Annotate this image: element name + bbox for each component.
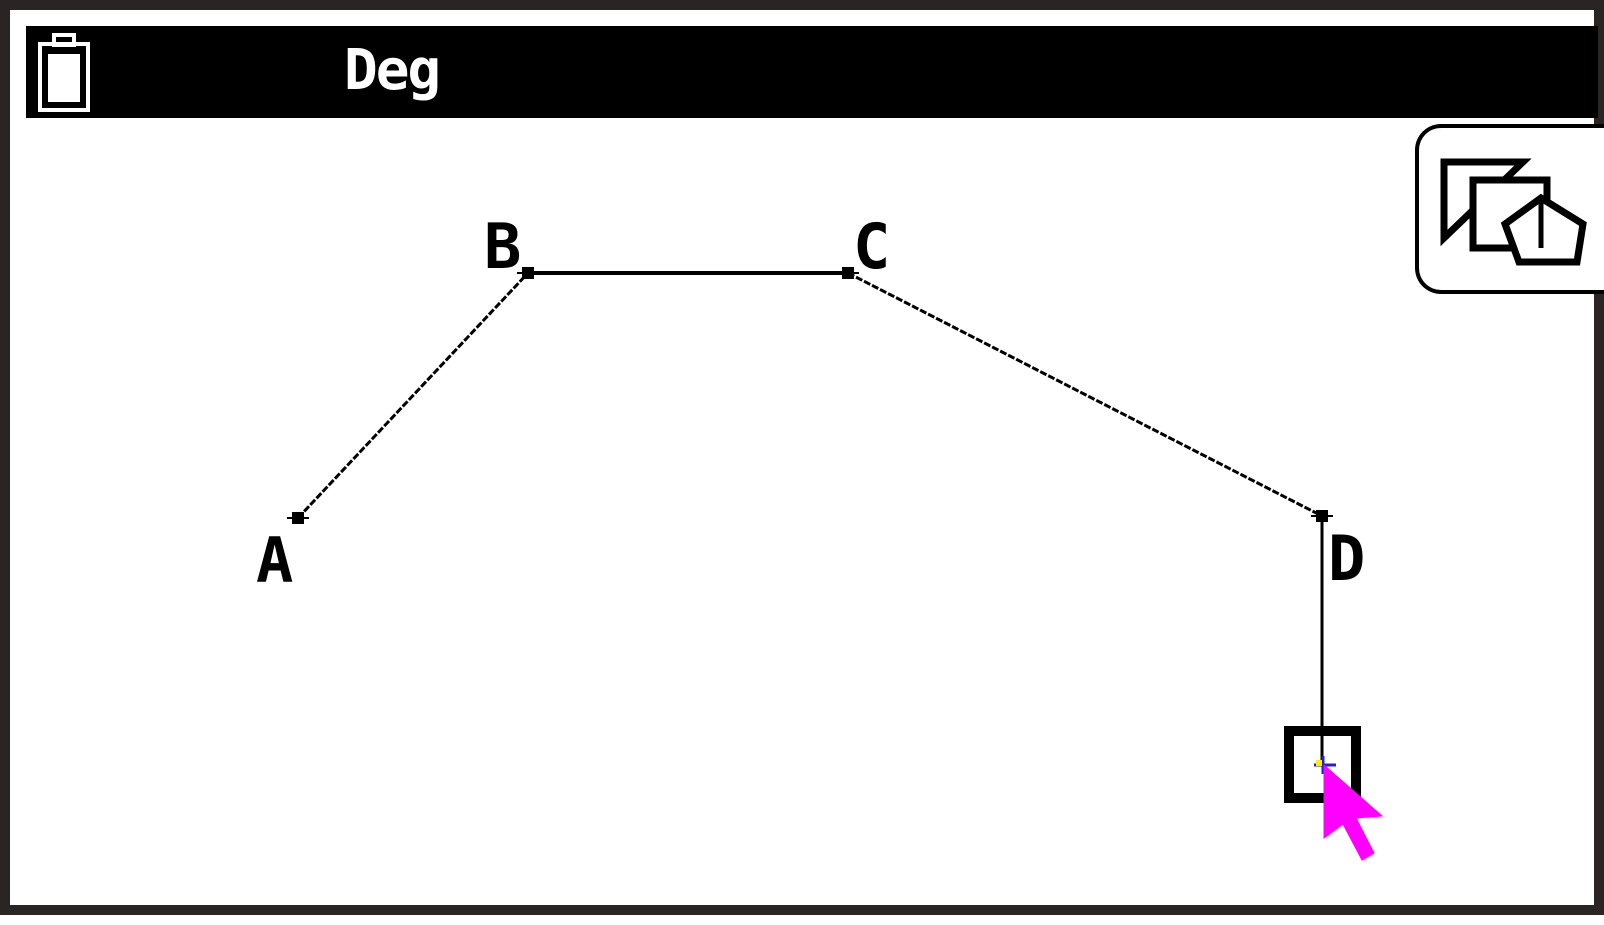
- point-label-c: C: [853, 210, 890, 283]
- calculator-screen: Deg A B C D: [0, 0, 1604, 915]
- geometry-view-toggle-icon: [1440, 158, 1587, 266]
- point-a[interactable]: [287, 512, 309, 524]
- geometry-view-toggle-button[interactable]: [1415, 124, 1604, 294]
- point-label-d: D: [1328, 522, 1365, 595]
- point-label-b: B: [484, 210, 521, 283]
- segment-ab[interactable]: [296, 271, 530, 520]
- segment-cd[interactable]: [847, 271, 1323, 518]
- geometry-canvas[interactable]: A B C D: [10, 10, 1604, 925]
- point-label-a: A: [256, 524, 293, 597]
